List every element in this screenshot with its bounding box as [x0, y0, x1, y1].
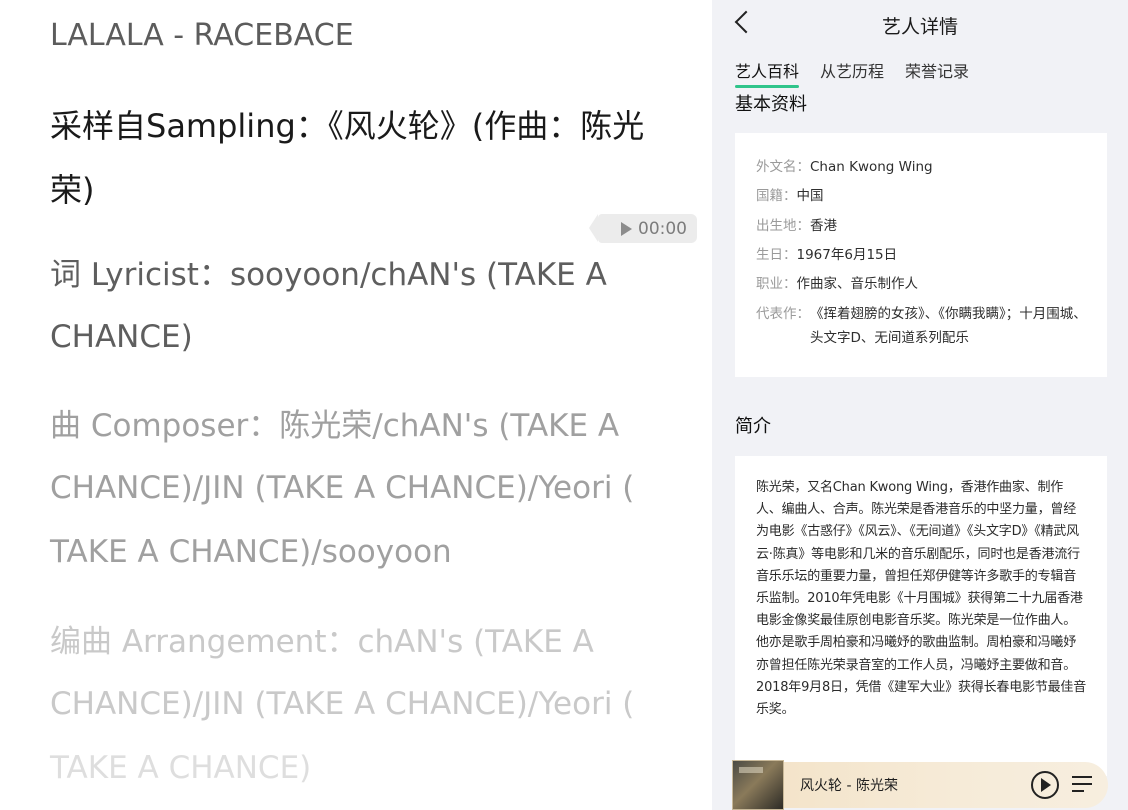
tab-encyclopedia[interactable]: 艺人百科: [735, 58, 800, 88]
info-row-representative-works: 代表作： 《挥着翅膀的女孩》、《你瞒我瞒》；十月围城、头文字D、无间道系列配乐: [756, 302, 1089, 350]
arranger-credit-line: CHANCE)/JIN (TAKE A CHANCE)/Yeori (: [50, 686, 635, 722]
info-key: 代表作：: [756, 306, 810, 322]
song-title: LALALA - RACEBACE: [50, 18, 354, 53]
now-playing-title[interactable]: 风火轮 - 陈光荣: [800, 775, 898, 795]
artist-detail-panel: 艺人详情 艺人百科 从艺历程 荣誉记录 基本资料 外文名： Chan Kwong…: [712, 0, 1128, 810]
sampling-credit-line: 采样自Sampling：《风火轮》(作曲：陈光: [50, 107, 645, 145]
composer-credit-line: TAKE A CHANCE)/sooyoon: [50, 534, 452, 570]
lyrics-panel: LALALA - RACEBACE 采样自Sampling：《风火轮》(作曲：陈…: [0, 0, 712, 810]
play-icon: [621, 221, 632, 236]
info-value: 《挥着翅膀的女孩》、《你瞒我瞒》；十月围城、头文字D、无间道系列配乐: [810, 306, 1087, 346]
composer-credit-line: 曲 Composer：陈光荣/chAN's (TAKE A: [50, 408, 620, 444]
intro-paragraph: 2018年9月8日，凭借《建军大业》获得长春电影节最佳音乐奖。: [756, 679, 1087, 718]
info-value: 中国: [796, 188, 824, 204]
playlist-icon[interactable]: [1072, 776, 1092, 794]
mini-player[interactable]: 风火轮 - 陈光荣: [732, 760, 1108, 810]
info-key: 生日：: [756, 247, 797, 263]
intro-text: 陈光荣，又名Chan Kwong Wing，香港作曲家、制作人、编曲人、合声。陈…: [756, 477, 1088, 721]
tab-career[interactable]: 从艺历程: [820, 58, 884, 88]
info-value: 1967年6月15日: [796, 247, 898, 263]
intro-paragraph: 陈光荣，又名Chan Kwong Wing，香港作曲家、制作人、编曲人、合声。陈…: [756, 480, 1083, 673]
info-row-birthplace: 出生地： 香港: [756, 214, 1089, 238]
info-key: 外文名：: [756, 159, 810, 175]
info-value: Chan Kwong Wing: [810, 159, 933, 175]
basic-info-card: 外文名： Chan Kwong Wing 国籍： 中国 出生地： 香港 生日： …: [735, 133, 1107, 377]
seek-time-label: 00:00: [638, 218, 687, 239]
info-row-foreign-name: 外文名： Chan Kwong Wing: [756, 155, 1089, 179]
arranger-credit-line: TAKE A CHANCE): [50, 750, 312, 786]
info-key: 职业：: [756, 276, 797, 292]
play-icon[interactable]: [1031, 771, 1059, 799]
sampling-credit-line: 荣): [50, 171, 95, 209]
info-key: 出生地：: [756, 218, 810, 234]
seek-time-button[interactable]: 00:00: [589, 214, 697, 243]
info-row-birthday: 生日： 1967年6月15日: [756, 243, 1089, 267]
tab-honors[interactable]: 荣誉记录: [905, 58, 969, 88]
intro-heading: 简介: [735, 416, 771, 437]
info-key: 国籍：: [756, 188, 797, 204]
info-value: 香港: [810, 218, 837, 234]
lyricist-credit-line: CHANCE): [50, 319, 193, 355]
lyricist-credit-line: 词 Lyricist：sooyoon/chAN's (TAKE A: [50, 257, 607, 293]
page-title: 艺人详情: [881, 16, 958, 38]
intro-card: 陈光荣，又名Chan Kwong Wing，香港作曲家、制作人、编曲人、合声。陈…: [735, 456, 1107, 776]
info-value: 作曲家、音乐制作人: [796, 276, 919, 292]
composer-credit-line: CHANCE)/JIN (TAKE A CHANCE)/Yeori (: [50, 470, 635, 506]
artist-tabs: 艺人百科 从艺历程 荣誉记录: [735, 58, 990, 88]
album-cover[interactable]: [732, 760, 784, 810]
arranger-credit-line: 编曲 Arrangement：chAN's (TAKE A: [50, 624, 594, 660]
info-row-occupation: 职业： 作曲家、音乐制作人: [756, 272, 1089, 296]
basic-info-heading: 基本资料: [735, 94, 807, 115]
info-row-nationality: 国籍： 中国: [756, 184, 1089, 208]
